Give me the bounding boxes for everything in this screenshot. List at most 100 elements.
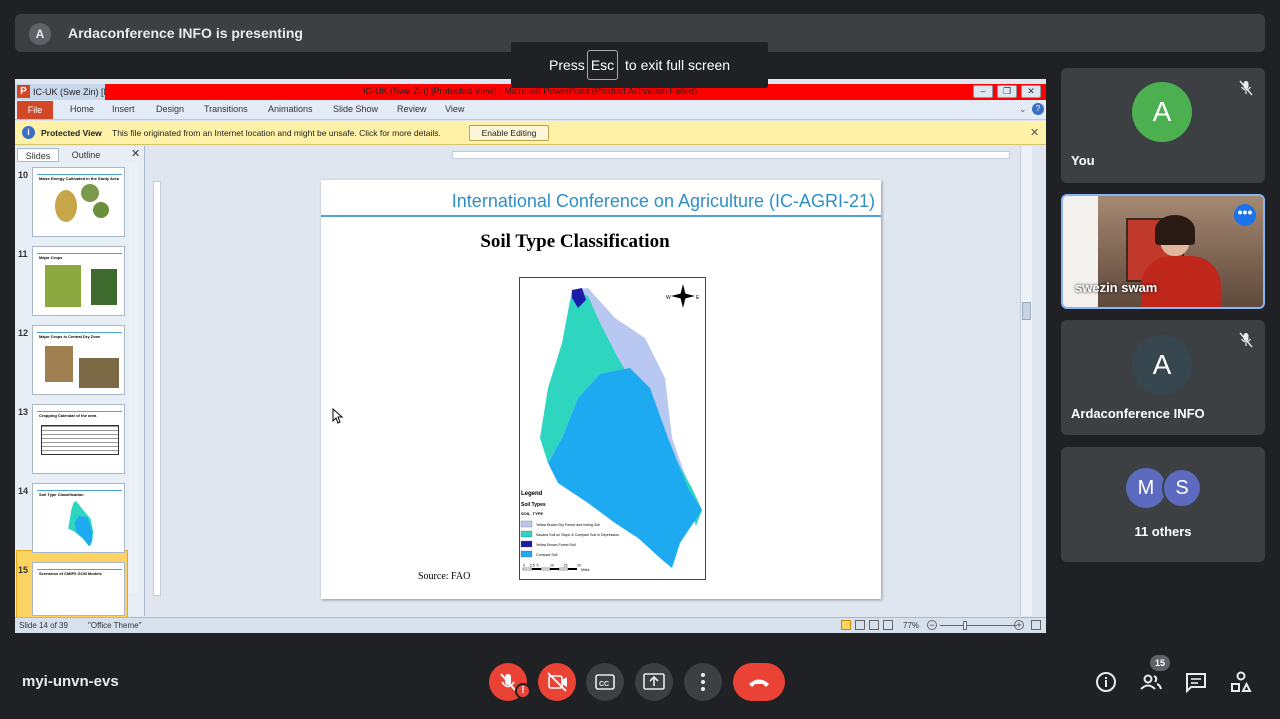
activities-icon[interactable] — [1229, 670, 1253, 694]
north-arrow-icon: W E — [666, 284, 700, 308]
vertical-ruler — [153, 181, 161, 596]
mic-off-icon — [1239, 80, 1253, 96]
soil-map-graphic: W E 22°40'N Legend Soil Ty — [520, 284, 718, 572]
enable-editing-button[interactable]: Enable Editing — [469, 125, 549, 141]
slide-scrollbar[interactable] — [1020, 146, 1032, 616]
scale-label: 2.5 — [530, 564, 535, 568]
meeting-code: myi-unvn-evs — [22, 673, 119, 690]
slide-sorter-icon[interactable] — [855, 620, 865, 630]
tab-slides[interactable]: Slides — [17, 148, 59, 162]
scale-label: 0 — [523, 564, 525, 568]
avatar: A — [1132, 335, 1192, 395]
more-options-icon[interactable]: ••• — [1234, 204, 1256, 226]
close-pane-icon[interactable]: ✕ — [131, 147, 140, 160]
present-screen-icon — [643, 673, 665, 690]
ribbon-tab-review[interactable]: Review — [397, 104, 427, 114]
tab-outline[interactable]: Outline — [61, 148, 111, 162]
close-icon[interactable]: ✕ — [1030, 126, 1039, 139]
zoom-in-icon[interactable]: + — [1014, 620, 1024, 630]
fit-slide-icon[interactable] — [1031, 620, 1041, 630]
legend-subtitle: Soil Types — [521, 502, 546, 508]
scale-label: 20 — [577, 564, 581, 568]
legend-label: Yellow Brown Forest Soil — [536, 543, 576, 547]
svg-text:CC: CC — [599, 681, 609, 688]
ribbon-tab-view[interactable]: View — [445, 104, 464, 114]
mic-off-icon — [1239, 332, 1253, 348]
thumb-title: Major Crops — [39, 255, 63, 260]
chat-icon[interactable] — [1184, 670, 1208, 694]
slide-thumbnail[interactable]: Major Crops in Central Dry Zone — [32, 325, 125, 395]
present-now-button[interactable] — [635, 663, 673, 701]
ribbon-tab-transitions[interactable]: Transitions — [204, 104, 248, 114]
mic-toggle-button[interactable]: ! — [489, 663, 531, 701]
camera-off-icon — [547, 672, 567, 692]
minimize-icon[interactable]: – — [973, 85, 993, 98]
slide-thumbnail-active[interactable]: Soil Type Classification — [32, 483, 125, 553]
captions-button[interactable]: CC — [586, 663, 624, 701]
participant-tile-you[interactable]: A You — [1061, 68, 1265, 183]
more-options-button[interactable] — [684, 663, 722, 701]
horizontal-ruler — [452, 151, 1010, 159]
restore-icon[interactable]: ❐ — [997, 85, 1017, 98]
legend-label: Savana Soil on Slope & Compact Soil in D… — [536, 533, 619, 537]
esc-key: Esc — [587, 50, 618, 80]
warning-icon: ! — [515, 683, 531, 699]
reading-view-icon[interactable] — [869, 620, 879, 630]
legend-swatch — [520, 520, 533, 528]
slide-thumbnail[interactable]: Scenarios of CMIP5 GCM Models — [32, 562, 125, 616]
slide-thumbnail[interactable]: Major Crops — [32, 246, 125, 316]
zoom-level[interactable]: 77% — [903, 621, 919, 630]
participant-tile-ardaconference[interactable]: A Ardaconference INFO — [1061, 320, 1265, 435]
avatar: S — [1162, 468, 1202, 508]
theme-name: "Office Theme" — [88, 621, 142, 630]
participant-name: swezin swam — [1075, 280, 1158, 295]
thumb-number: 11 — [18, 249, 28, 259]
participant-tile-video[interactable]: swezin swam ••• — [1061, 194, 1265, 309]
thumb-number: 10 — [18, 170, 29, 180]
slideshow-icon[interactable] — [883, 620, 893, 630]
protected-view-message[interactable]: This file originated from an Internet lo… — [112, 128, 441, 138]
legend-swatch — [520, 540, 533, 548]
leave-call-button[interactable] — [733, 663, 785, 701]
scale-label: 5 — [537, 564, 539, 568]
slide-thumbnail[interactable]: Maize Energy Cultivated in the Study Are… — [32, 167, 125, 237]
legend-field: SOIL_TYPE — [521, 511, 543, 516]
ribbon-tab-home[interactable]: Home — [70, 104, 94, 114]
legend-swatch — [520, 550, 533, 558]
people-icon[interactable] — [1139, 670, 1163, 694]
legend-swatch — [520, 530, 533, 538]
legend-label: Yellow Brown Dry Forest and Inding Soil — [536, 523, 600, 527]
ribbon-tab-file[interactable]: File — [17, 101, 53, 119]
svg-text:E: E — [696, 295, 700, 301]
slide-thumbnail[interactable]: Cropping Calendar of the area — [32, 404, 125, 474]
participant-name: You — [1071, 153, 1095, 168]
current-slide: International Conference on Agriculture … — [321, 180, 881, 599]
camera-toggle-button[interactable] — [538, 663, 576, 701]
thumbnail-scrollbar[interactable] — [129, 163, 138, 593]
meeting-details-icon[interactable] — [1094, 670, 1118, 694]
zoom-slider-thumb[interactable] — [963, 621, 967, 630]
zoom-slider[interactable] — [940, 625, 1017, 626]
ribbon-collapse-icon[interactable]: ⌄ — [1019, 104, 1027, 115]
legend-title: Legend — [521, 491, 543, 497]
powerpoint-logo-icon: P — [17, 85, 30, 98]
svg-text:W: W — [666, 295, 671, 301]
protected-view-bar: i Protected View This file originated fr… — [15, 121, 1046, 145]
protected-view-label: Protected View — [41, 128, 102, 138]
ribbon-tab-animations[interactable]: Animations — [268, 104, 313, 114]
thumb-number: 12 — [18, 328, 29, 338]
ribbon-tab-insert[interactable]: Insert — [112, 104, 135, 114]
help-icon[interactable]: ? — [1032, 103, 1044, 115]
scale-unit: Miles — [581, 568, 590, 572]
toast-press-text: Press — [549, 57, 585, 73]
ribbon-tab-design[interactable]: Design — [156, 104, 184, 114]
close-window-icon[interactable]: ✕ — [1021, 85, 1041, 98]
participant-tile-others[interactable]: M S 11 others — [1061, 447, 1265, 562]
thumb-title: Cropping Calendar of the area — [39, 413, 97, 418]
slide-editing-area: International Conference on Agriculture … — [146, 146, 1033, 616]
soil-map: W E 22°40'N Legend Soil Ty — [519, 277, 718, 580]
slide-title: Soil Type Classification — [480, 231, 670, 252]
ribbon-tab-slide-show[interactable]: Slide Show — [333, 104, 378, 114]
normal-view-icon[interactable] — [841, 620, 851, 630]
zoom-out-icon[interactable]: − — [927, 620, 937, 630]
